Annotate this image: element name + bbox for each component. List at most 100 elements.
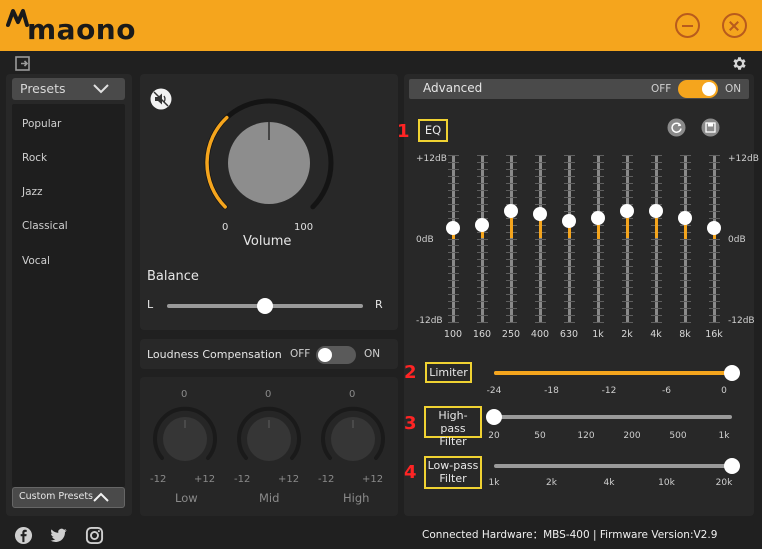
mute-icon[interactable] — [150, 88, 172, 110]
eq-band-160-label: 160 — [472, 329, 492, 340]
custom-presets-button[interactable]: Custom Presets — [12, 487, 125, 508]
eq-band-250-tick — [505, 315, 517, 317]
eq-band-100-tick — [447, 203, 459, 205]
instagram-icon[interactable] — [85, 526, 104, 545]
eq-band-630-tick — [563, 155, 575, 156]
tone-knob-low-max: +12 — [194, 474, 216, 485]
eq-band-250-tick — [505, 155, 517, 156]
eq-band-630-tick — [563, 196, 575, 198]
preset-item-jazz[interactable]: Jazz — [22, 186, 43, 198]
eq-band-160-thumb[interactable] — [475, 217, 489, 232]
eq-band-400-tick — [534, 182, 546, 184]
presets-title: Presets — [20, 81, 66, 96]
volume-min: 0 — [222, 222, 229, 233]
eq-band-100-tick — [447, 168, 459, 170]
gear-icon[interactable] — [731, 55, 748, 72]
eq-band-1k-thumb[interactable] — [591, 210, 605, 225]
lowpass-tick-2: 4k — [603, 478, 615, 488]
eq-band-4k-tick — [650, 245, 662, 247]
lowpass-label-line1: Low-pass — [427, 459, 479, 472]
preset-item-classical[interactable]: Classical — [22, 220, 68, 232]
eq-band-16k-tick — [708, 210, 720, 212]
loudness-toggle[interactable] — [316, 346, 356, 364]
tone-knob-mid[interactable] — [236, 406, 302, 472]
preset-item-popular[interactable]: Popular — [22, 118, 61, 130]
eq-band-250-thumb[interactable] — [504, 203, 518, 218]
eq-band-8k-tick — [679, 315, 691, 317]
presets-dropdown[interactable]: Presets — [12, 78, 125, 100]
eq-band-8k-tick — [679, 252, 691, 254]
eq-band-250-tick — [505, 189, 517, 191]
eq-band-100-tick — [447, 196, 459, 198]
eq-band-160-tick — [476, 189, 488, 191]
eq-band-4k-label: 4k — [650, 329, 662, 340]
eq-band-1k-tick — [592, 182, 604, 184]
marker-number-3: 3 — [404, 413, 417, 434]
eq-band-2k-tick — [621, 245, 633, 247]
reset-icon[interactable] — [667, 118, 686, 137]
tone-knob-low[interactable] — [152, 406, 218, 472]
eq-band-8k-thumb[interactable] — [678, 210, 692, 225]
eq-band-160-tick — [476, 252, 488, 254]
eq-band-630-tick — [563, 210, 575, 212]
eq-band-250-tick — [505, 294, 517, 296]
hardware-model: MBS-400 — [543, 529, 590, 541]
eq-band-250-tick — [505, 287, 517, 289]
balance-slider-thumb[interactable] — [257, 298, 273, 314]
eq-band-8k-tick — [679, 322, 691, 323]
export-icon[interactable] — [15, 56, 31, 71]
eq-band-400-tick — [534, 308, 546, 310]
eq-band-160-tick — [476, 315, 488, 317]
lowpass-tick-4: 20k — [715, 478, 733, 488]
limiter-slider-thumb[interactable] — [724, 365, 740, 381]
eq-band-2k-thumb[interactable] — [620, 203, 634, 218]
tone-knob-high[interactable] — [320, 406, 386, 472]
eq-label: EQ — [418, 119, 448, 142]
eq-band-2k-tick — [621, 294, 633, 296]
eq-band-1k-tick — [592, 196, 604, 198]
eq-band-16k-tick — [708, 322, 720, 323]
eq-band-400-tick — [534, 189, 546, 191]
eq-band-160-tick — [476, 308, 488, 310]
eq-band-100-tick — [447, 322, 459, 323]
lowpass-slider-track[interactable] — [494, 464, 732, 468]
lowpass-tick-3: 10k — [658, 478, 675, 488]
volume-knob[interactable] — [200, 96, 338, 220]
eq-band-630-thumb[interactable] — [562, 214, 576, 229]
eq-band-100-tick — [447, 217, 459, 219]
eq-band-400-tick — [534, 252, 546, 254]
save-icon[interactable] — [701, 118, 720, 137]
highpass-slider-track[interactable] — [494, 415, 732, 419]
eq-band-400-tick — [534, 322, 546, 323]
eq-band-16k-thumb[interactable] — [707, 221, 721, 236]
eq-band-4k-tick — [650, 287, 662, 289]
eq-band-8k-tick — [679, 168, 691, 170]
facebook-icon[interactable] — [14, 526, 33, 545]
twitter-icon[interactable] — [49, 526, 68, 545]
eq-band-16k-tick — [708, 308, 720, 310]
eq-band-16k-tick — [708, 245, 720, 247]
eq-band-1k-tick — [592, 155, 604, 156]
eq-band-16k-tick — [708, 168, 720, 170]
preset-item-vocal[interactable]: Vocal — [22, 255, 50, 267]
eq-band-100-thumb[interactable] — [446, 221, 460, 236]
advanced-toggle[interactable] — [678, 80, 718, 98]
eq-band-100-tick — [447, 315, 459, 317]
highpass-slider-thumb[interactable] — [486, 409, 502, 425]
eq-band-250-tick — [505, 161, 517, 163]
eq-band-8k-tick — [679, 203, 691, 205]
eq-band-160-tick — [476, 168, 488, 170]
lowpass-slider-thumb[interactable] — [724, 458, 740, 474]
eq-band-250-tick — [505, 196, 517, 198]
preset-item-rock[interactable]: Rock — [22, 152, 47, 164]
eq-band-630-tick — [563, 287, 575, 289]
eq-band-1k-label: 1k — [592, 329, 604, 340]
minimize-button[interactable] — [675, 13, 700, 38]
volume-max: 100 — [294, 222, 314, 233]
eq-band-16k-tick — [708, 315, 720, 317]
close-button[interactable] — [722, 13, 747, 38]
eq-band-16k-tick — [708, 189, 720, 191]
eq-band-1k-tick — [592, 294, 604, 296]
eq-band-4k-thumb[interactable] — [649, 203, 663, 218]
eq-band-250-tick — [505, 308, 517, 310]
